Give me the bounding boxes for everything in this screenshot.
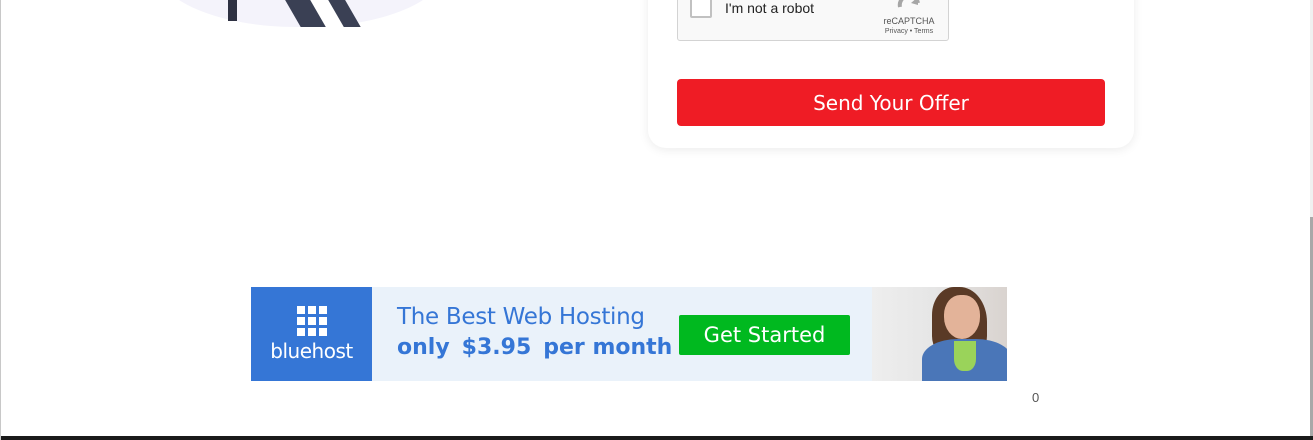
send-offer-button[interactable]: Send Your Offer — [677, 79, 1105, 126]
ad-subline: only $3.95 per month — [397, 335, 672, 360]
hero-illustration — [156, 0, 446, 27]
photo-shirt — [954, 341, 976, 371]
recaptcha-widget: I'm not a robot reCAPTCHA Privacy • Term… — [677, 0, 949, 41]
page: I'm not a robot reCAPTCHA Privacy • Term… — [0, 0, 1313, 440]
ad-price: $3.95 — [461, 335, 532, 360]
offer-form-card: I'm not a robot reCAPTCHA Privacy • Term… — [648, 0, 1134, 148]
bluehost-ad-banner[interactable]: bluehost The Best Web Hosting only $3.95 p… — [251, 287, 1007, 381]
photo-face — [944, 295, 980, 339]
recaptcha-checkbox[interactable] — [690, 0, 712, 18]
recaptcha-label: I'm not a robot — [725, 0, 815, 16]
ad-logo-box: bluehost — [251, 287, 372, 381]
ad-counter: 0 — [1032, 390, 1040, 405]
recaptcha-brand: reCAPTCHA — [883, 16, 935, 26]
ad-get-started-button[interactable]: Get Started — [679, 315, 850, 355]
window-bottom-edge — [1, 436, 1313, 440]
recaptcha-links[interactable]: Privacy • Terms — [876, 28, 942, 35]
recaptcha-logo-icon — [897, 0, 920, 8]
ad-model-photo — [872, 287, 1007, 381]
ad-headline: The Best Web Hosting — [397, 304, 645, 330]
ad-price-suffix: per month — [543, 335, 673, 360]
bluehost-grid-icon — [297, 306, 327, 336]
ad-price-prefix: only — [397, 335, 450, 360]
illustration-figure-leg — [228, 0, 237, 21]
ad-brand-name: bluehost — [270, 339, 353, 363]
